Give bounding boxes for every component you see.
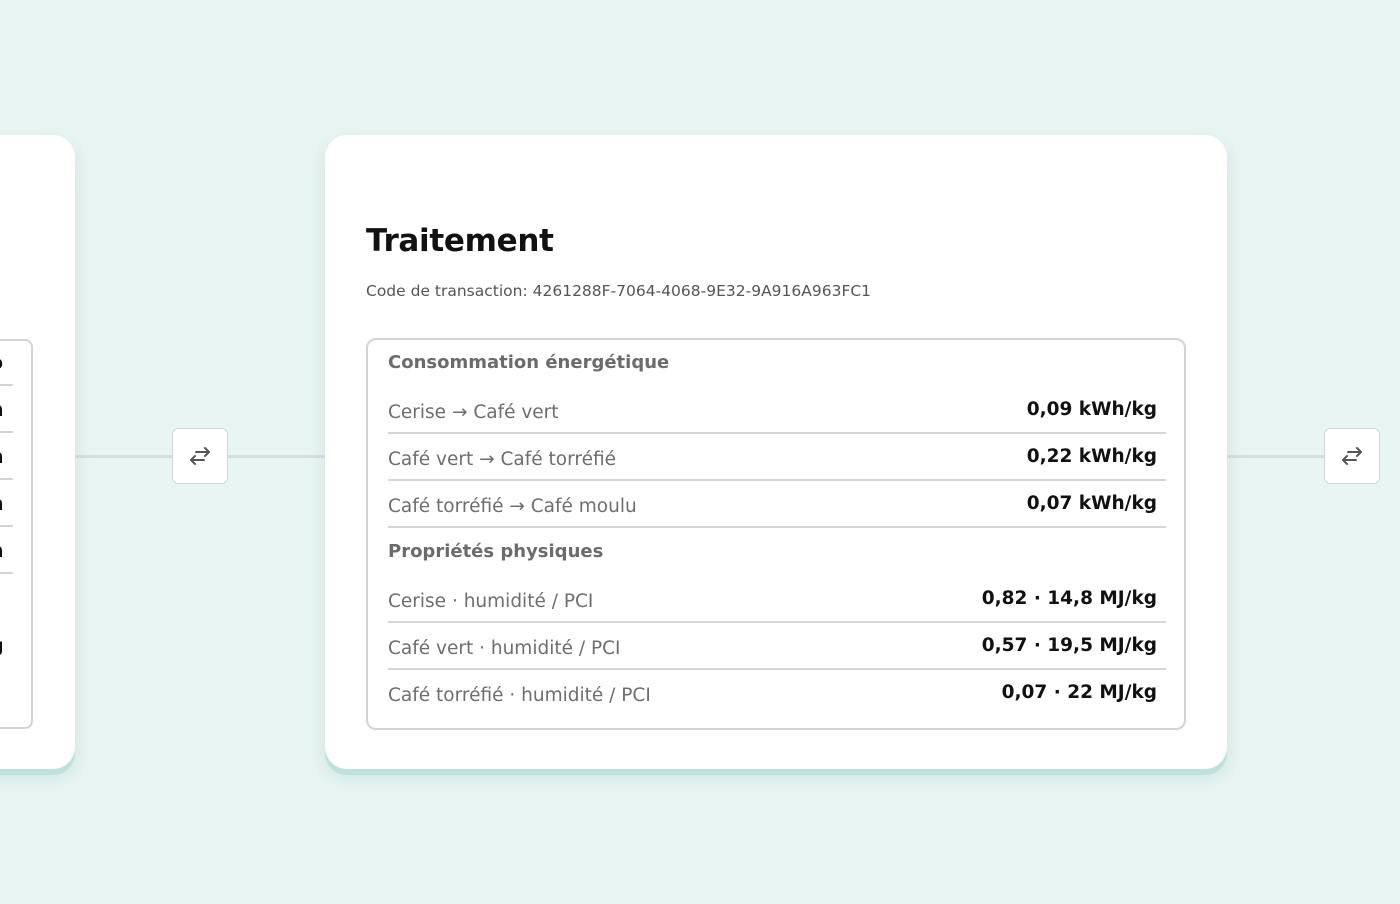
row-value: 0,22 kWh/kg bbox=[1026, 446, 1157, 467]
row-value: 0,57 · 19,5 MJ/kg bbox=[981, 635, 1157, 656]
row-label: Café torréfié · humidité / PCI bbox=[388, 685, 651, 706]
previous-row-divider bbox=[0, 572, 13, 574]
transaction-code: Code de transaction: 4261288F-7064-4068-… bbox=[366, 282, 872, 300]
previous-step-card: o n n n n g bbox=[0, 135, 75, 769]
previous-row-value-6: g bbox=[0, 635, 28, 657]
row-value: 0,07 · 22 MJ/kg bbox=[1001, 682, 1157, 703]
data-row: Cerise · humidité / PCI 0,82 · 14,8 MJ/k… bbox=[388, 574, 1166, 623]
previous-row-divider bbox=[0, 431, 13, 433]
card-title: Traitement bbox=[366, 223, 554, 259]
previous-row-value-3: n bbox=[0, 446, 28, 468]
connector-line-right bbox=[1227, 455, 1325, 458]
row-value: 0,09 kWh/kg bbox=[1026, 399, 1157, 420]
previous-row-divider bbox=[0, 478, 13, 480]
section-title-energy: Consommation énergétique bbox=[388, 352, 670, 373]
row-label: Café torréfié → Café moulu bbox=[388, 496, 637, 517]
processing-step-card: Traitement Code de transaction: 4261288F… bbox=[325, 135, 1227, 769]
row-label: Cerise · humidité / PCI bbox=[388, 591, 594, 612]
row-value: 0,82 · 14,8 MJ/kg bbox=[981, 588, 1157, 609]
row-value: 0,07 kWh/kg bbox=[1026, 493, 1157, 514]
data-row: Cerise → Café vert 0,09 kWh/kg bbox=[388, 385, 1166, 434]
previous-row-divider bbox=[0, 525, 13, 527]
row-label: Cerise → Café vert bbox=[388, 402, 559, 423]
previous-step-data-box: o n n n n g bbox=[0, 339, 33, 729]
data-row: Café vert → Café torréfié 0,22 kWh/kg bbox=[388, 432, 1166, 481]
data-row: Café vert · humidité / PCI 0,57 · 19,5 M… bbox=[388, 621, 1166, 670]
previous-row-value-4: n bbox=[0, 493, 28, 515]
data-row: Café torréfié · humidité / PCI 0,07 · 22… bbox=[388, 668, 1166, 715]
data-row: Café torréfié → Café moulu 0,07 kWh/kg bbox=[388, 479, 1166, 528]
previous-row-value-1: o bbox=[0, 352, 28, 374]
previous-row-value-5: n bbox=[0, 540, 28, 562]
properties-box: Consommation énergétique Cerise → Café v… bbox=[366, 338, 1186, 730]
connector-line-middle bbox=[228, 455, 326, 458]
section-title-physical: Propriétés physiques bbox=[388, 541, 604, 562]
swap-arrows-icon bbox=[1342, 447, 1362, 465]
swap-step-button-right[interactable] bbox=[1324, 428, 1380, 484]
swap-arrows-icon bbox=[190, 447, 210, 465]
connector-line-left bbox=[75, 455, 173, 458]
row-label: Café vert · humidité / PCI bbox=[388, 638, 621, 659]
row-label: Café vert → Café torréfié bbox=[388, 449, 616, 470]
previous-row-value-2: n bbox=[0, 399, 28, 421]
swap-step-button-left[interactable] bbox=[172, 428, 228, 484]
previous-row-divider bbox=[0, 384, 13, 386]
